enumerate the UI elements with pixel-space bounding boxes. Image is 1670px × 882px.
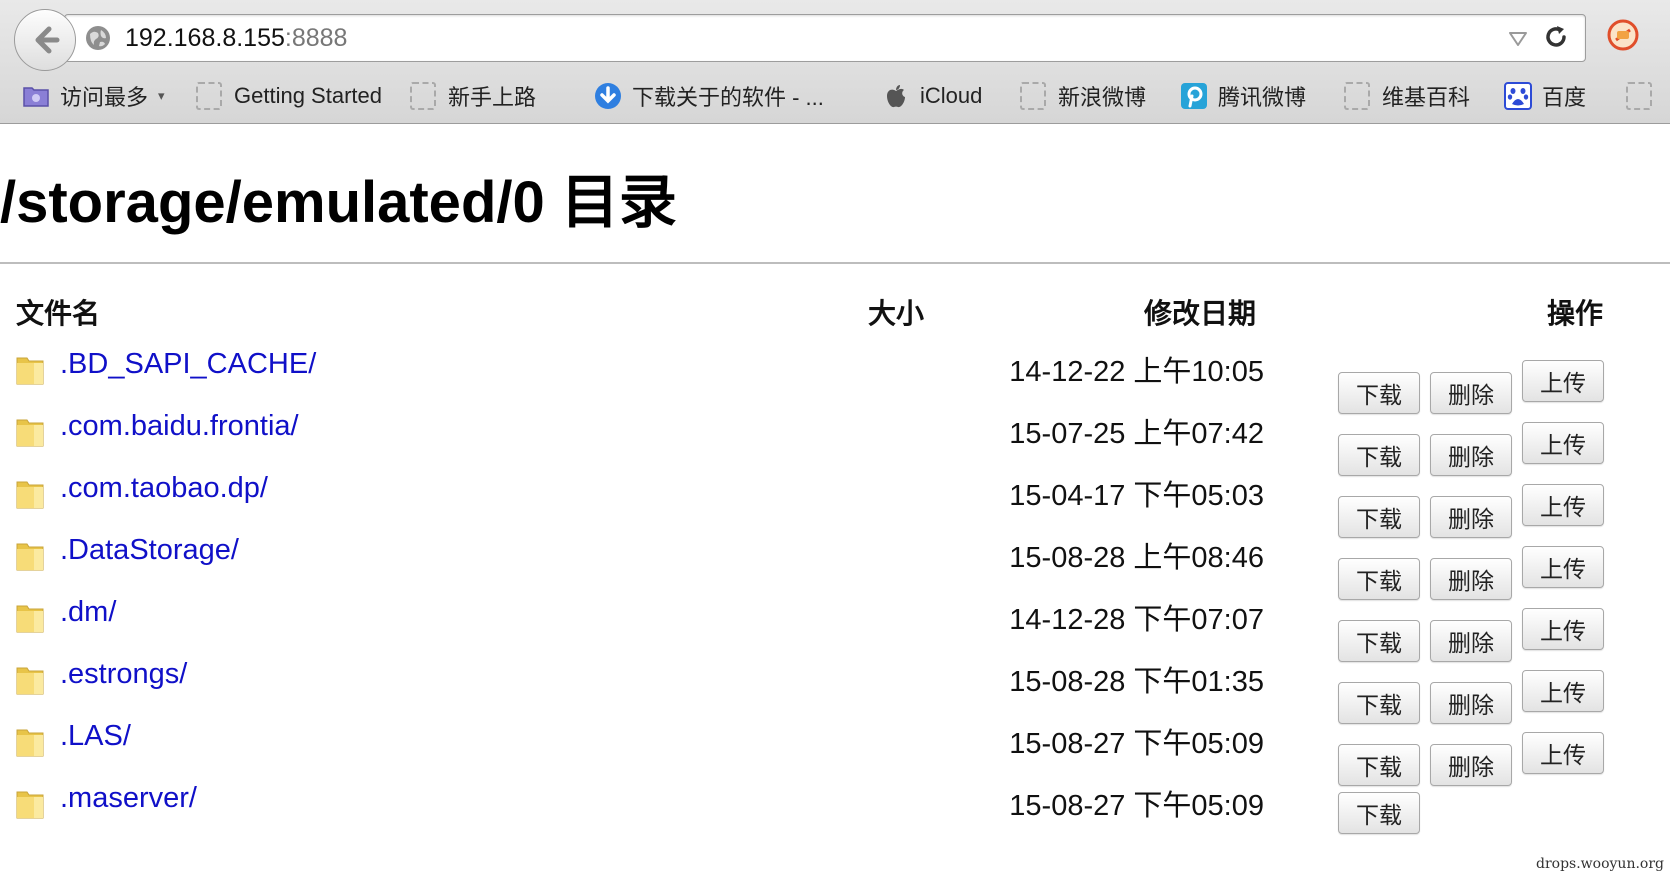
bookmark-tencent-weibo[interactable]: 腾讯微博 — [1180, 78, 1306, 114]
blank-bookmark-icon — [1020, 82, 1048, 110]
apple-icon — [887, 85, 905, 108]
table-row: .BD_SAPI_CACHE/ 14-12-22 上午10:05 下载 删除 上… — [0, 346, 1670, 414]
upload-button[interactable]: 上传 — [1522, 546, 1604, 588]
watermark: drops.wooyun.org — [1536, 856, 1664, 872]
upload-button[interactable]: 上传 — [1522, 732, 1604, 774]
folder-icon — [16, 481, 44, 509]
title-divider — [0, 262, 1670, 264]
upload-button[interactable]: 上传 — [1522, 608, 1604, 650]
file-link[interactable]: .BD_SAPI_CACHE/ — [60, 348, 316, 381]
modified-date: 15-04-17 下午05:03 — [1009, 480, 1264, 512]
bookmark-sina-weibo[interactable]: 新浪微博 — [1020, 78, 1146, 114]
url-text[interactable]: 192.168.8.155:8888 — [125, 24, 347, 53]
url-host: 192.168.8.155 — [125, 24, 285, 52]
modified-date: 14-12-28 下午07:07 — [1009, 604, 1264, 636]
blank-bookmark-icon — [410, 82, 438, 110]
modified-date: 15-08-27 下午05:09 — [1009, 790, 1264, 822]
bookmark-label: 新手上路 — [448, 85, 537, 110]
reload-icon[interactable] — [1543, 24, 1569, 50]
url-port: :8888 — [284, 24, 348, 52]
bookmark-label: 维基百科 — [1382, 85, 1471, 110]
modified-date: 14-12-22 上午10:05 — [1009, 356, 1264, 388]
back-arrow-icon — [35, 26, 60, 54]
upload-button[interactable]: 上传 — [1522, 422, 1604, 464]
most-visited-icon — [23, 87, 49, 107]
column-header-date: 修改日期 — [1144, 297, 1257, 330]
modified-date: 15-08-28 上午08:46 — [1009, 542, 1264, 574]
chevron-down-icon: ▾ — [158, 88, 165, 103]
bookmark-getting-started[interactable]: Getting Started — [196, 78, 382, 114]
url-bar[interactable]: 192.168.8.155:8888 — [64, 14, 1586, 62]
bookmark-label: 腾讯微博 — [1218, 85, 1307, 110]
table-row: .estrongs/ 15-08-28 下午01:35 下载 删除 上传 — [0, 656, 1670, 724]
file-link[interactable]: .estrongs/ — [60, 658, 187, 691]
folder-icon — [16, 419, 44, 447]
download-button[interactable]: 下载 — [1338, 792, 1420, 834]
tencent-weibo-icon — [1181, 83, 1207, 109]
modified-date: 15-08-28 下午01:35 — [1009, 666, 1264, 698]
column-header-actions: 操作 — [1547, 297, 1604, 330]
upload-button[interactable]: 上传 — [1522, 670, 1604, 712]
bookmark-label: 访问最多 — [60, 85, 149, 110]
bookmarks-bar: 访问最多 ▾ Getting Started 新手上路 下载关于的软件 - ..… — [0, 74, 1670, 120]
folder-icon — [16, 357, 44, 385]
table-row: .com.baidu.frontia/ 15-07-25 上午07:42 下载 … — [0, 408, 1670, 476]
upload-button[interactable]: 上传 — [1522, 484, 1604, 526]
adblock-addon-icon[interactable] — [1606, 18, 1640, 52]
file-link[interactable]: .dm/ — [60, 596, 116, 629]
blank-bookmark-icon — [1344, 82, 1372, 110]
blank-bookmark-icon — [196, 82, 224, 110]
page-title: /storage/emulated/0 目录 — [0, 170, 677, 235]
table-row: .com.taobao.dp/ 15-04-17 下午05:03 下载 删除 上… — [0, 470, 1670, 538]
bookmark-label: iCloud — [920, 83, 983, 108]
blank-bookmark-icon — [1626, 82, 1654, 110]
file-link[interactable]: .maserver/ — [60, 782, 197, 815]
file-link[interactable]: .LAS/ — [60, 720, 131, 753]
url-history-dropdown-icon[interactable] — [1509, 32, 1527, 46]
column-header-name: 文件名 — [16, 297, 101, 330]
bookmark-label: 下载关于的软件 - ... — [632, 85, 824, 110]
bookmark-beginner[interactable]: 新手上路 — [410, 78, 536, 114]
folder-icon — [16, 667, 44, 695]
table-row: .DataStorage/ 15-08-28 上午08:46 下载 删除 上传 — [0, 532, 1670, 600]
bookmark-label: 百度 — [1542, 85, 1587, 110]
modified-date: 15-08-27 下午05:09 — [1009, 728, 1264, 760]
bookmark-overflow[interactable] — [1626, 78, 1664, 114]
bookmark-icloud[interactable]: iCloud — [882, 78, 982, 114]
column-header-size: 大小 — [868, 297, 925, 330]
folder-icon — [16, 729, 44, 757]
folder-icon — [16, 605, 44, 633]
bookmark-label: 新浪微博 — [1058, 85, 1147, 110]
folder-icon — [16, 543, 44, 571]
bookmark-baidu[interactable]: 百度 — [1504, 78, 1586, 114]
download-circle-icon — [595, 83, 621, 109]
file-link[interactable]: .com.baidu.frontia/ — [60, 410, 299, 443]
modified-date: 15-07-25 上午07:42 — [1009, 418, 1264, 450]
table-row: .LAS/ 15-08-27 下午05:09 下载 删除 上传 — [0, 718, 1670, 786]
file-link[interactable]: .DataStorage/ — [60, 534, 239, 567]
table-row: .maserver/ 15-08-27 下午05:09 下载 — [0, 780, 1670, 846]
globe-icon — [86, 26, 110, 50]
bookmark-label: Getting Started — [234, 83, 382, 108]
baidu-paw-icon — [1504, 82, 1532, 110]
back-button[interactable] — [14, 9, 76, 71]
file-link[interactable]: .com.taobao.dp/ — [60, 472, 268, 505]
browser-toolbar: 192.168.8.155:8888 访问最多 ▾ Getting Starte… — [0, 0, 1670, 124]
bookmark-wikipedia[interactable]: 维基百科 — [1344, 78, 1470, 114]
folder-icon — [16, 791, 44, 819]
bookmark-most-visited[interactable]: 访问最多 ▾ — [22, 78, 165, 114]
upload-button[interactable]: 上传 — [1522, 360, 1604, 402]
bookmark-download-software[interactable]: 下载关于的软件 - ... — [594, 78, 824, 114]
table-row: .dm/ 14-12-28 下午07:07 下载 删除 上传 — [0, 594, 1670, 662]
